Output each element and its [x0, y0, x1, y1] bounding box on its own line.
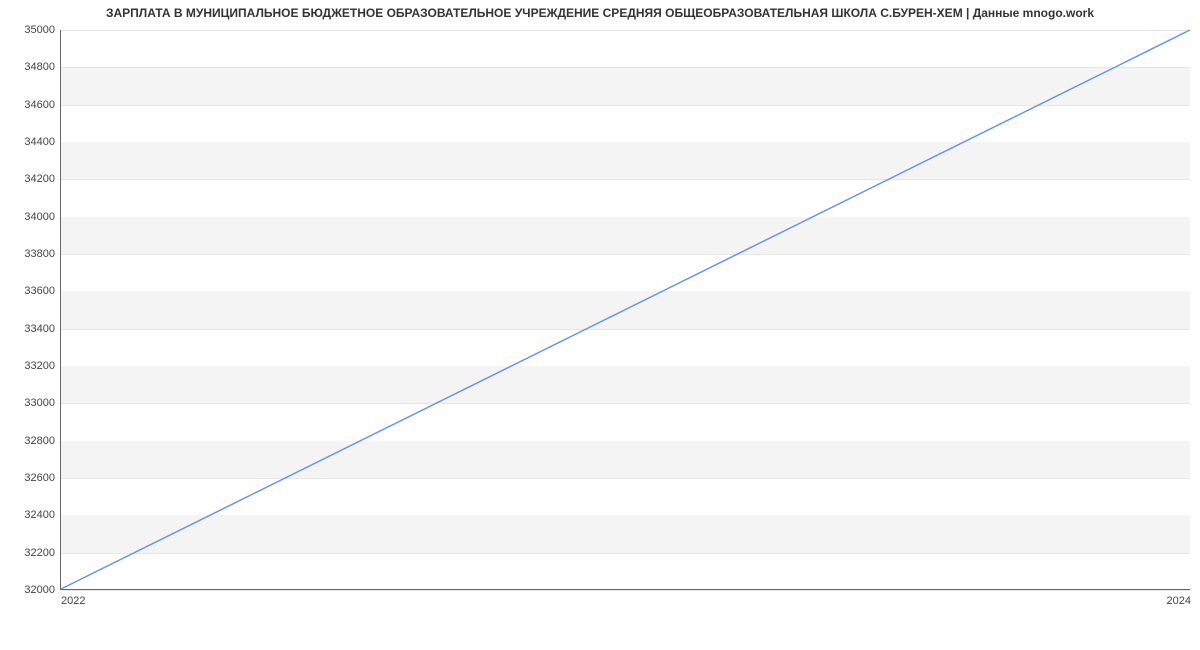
series-line: [61, 30, 1190, 589]
y-tick-label: 32200: [24, 547, 55, 559]
y-tick-label: 33600: [24, 285, 55, 297]
y-tick-label: 32800: [24, 435, 55, 447]
y-tick-label: 33200: [24, 360, 55, 372]
gridline: [61, 590, 1190, 591]
x-tick-label: 2022: [61, 595, 85, 607]
y-tick-label: 33400: [24, 323, 55, 335]
y-tick-label: 34800: [24, 61, 55, 73]
x-tick-label: 2024: [1167, 595, 1191, 607]
y-tick-label: 32000: [24, 584, 55, 596]
salary-chart: ЗАРПЛАТА В МУНИЦИПАЛЬНОЕ БЮДЖЕТНОЕ ОБРАЗ…: [0, 0, 1200, 620]
y-tick-label: 33800: [24, 248, 55, 260]
y-tick-label: 35000: [24, 24, 55, 36]
y-tick-label: 34200: [24, 173, 55, 185]
y-tick-label: 33000: [24, 397, 55, 409]
y-tick-label: 32400: [24, 509, 55, 521]
line-layer: [61, 30, 1190, 589]
y-tick-label: 32600: [24, 472, 55, 484]
chart-title: ЗАРПЛАТА В МУНИЦИПАЛЬНОЕ БЮДЖЕТНОЕ ОБРАЗ…: [0, 6, 1200, 20]
y-tick-label: 34000: [24, 211, 55, 223]
plot-area: 3200032200324003260032800330003320033400…: [60, 30, 1190, 590]
y-tick-label: 34400: [24, 136, 55, 148]
y-tick-label: 34600: [24, 99, 55, 111]
